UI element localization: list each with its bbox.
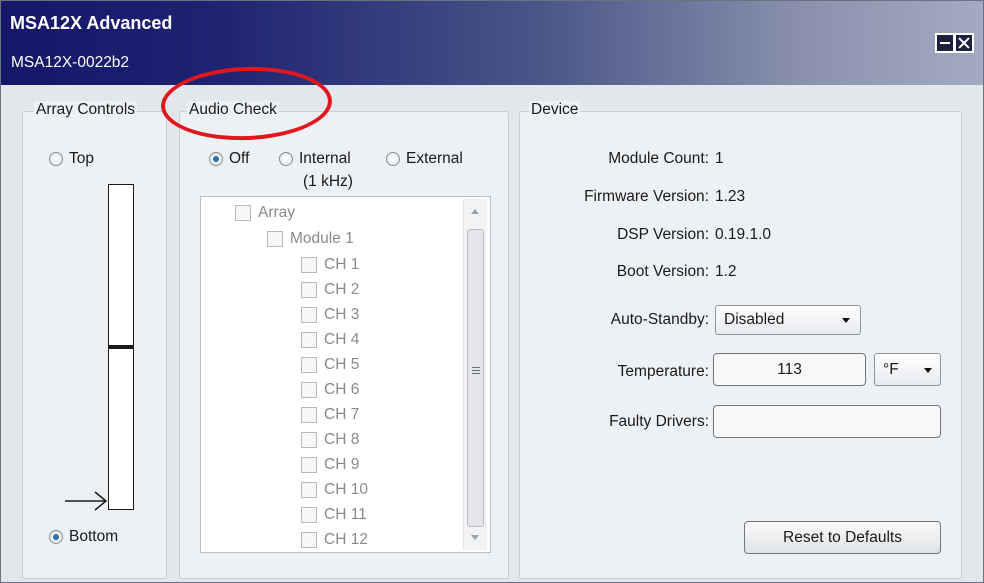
advanced-window: MSA12X Advanced MSA12X-0022b2 Array Cont… bbox=[0, 0, 984, 583]
tree-item-ch-4[interactable]: CH 4 bbox=[301, 329, 359, 351]
radio-dot-top bbox=[49, 152, 63, 166]
boot-version-label: Boot Version: bbox=[616, 263, 709, 280]
checkbox[interactable] bbox=[301, 382, 317, 398]
tree-item-label: CH 12 bbox=[324, 531, 368, 548]
checkbox[interactable] bbox=[301, 332, 317, 348]
tree-item-label: CH 11 bbox=[324, 506, 367, 523]
checkbox[interactable] bbox=[301, 482, 317, 498]
checkbox[interactable] bbox=[301, 407, 317, 423]
tree-item-label: CH 1 bbox=[324, 256, 360, 273]
tree-item-label: Module 1 bbox=[290, 230, 354, 247]
array-tilt-slider-thumb[interactable] bbox=[108, 345, 134, 349]
tree-item-ch-3[interactable]: CH 3 bbox=[301, 304, 359, 326]
tree-item-ch-1[interactable]: CH 1 bbox=[301, 254, 359, 276]
tree-item-ch-7[interactable]: CH 7 bbox=[301, 404, 359, 426]
audio-off-label: Off bbox=[229, 150, 250, 167]
audio-external-radio[interactable]: External bbox=[386, 150, 463, 168]
tree-item-label: CH 9 bbox=[324, 456, 360, 473]
auto-standby-select[interactable]: Disabled bbox=[715, 305, 861, 335]
checkbox[interactable] bbox=[235, 205, 251, 221]
tree-item-label: CH 2 bbox=[324, 281, 360, 298]
temperature-value: 113 bbox=[777, 360, 802, 378]
window-title: MSA12X Advanced bbox=[10, 13, 173, 33]
temperature-field: 113 bbox=[713, 353, 866, 386]
channel-tree: Array Module 1 CH 1 CH 2 CH 3 CH 4 CH 5 … bbox=[200, 196, 491, 553]
dsp-version-label: DSP Version: bbox=[617, 226, 709, 243]
radio-dot-bottom bbox=[49, 530, 63, 544]
array-bottom-radio[interactable]: Bottom bbox=[49, 528, 118, 546]
grip-icon bbox=[472, 370, 480, 371]
temperature-label: Temperature: bbox=[617, 363, 709, 380]
tree-item-label: CH 3 bbox=[324, 306, 360, 323]
checkbox[interactable] bbox=[301, 307, 317, 323]
checkbox[interactable] bbox=[267, 231, 283, 247]
array-bottom-label: Bottom bbox=[69, 528, 119, 545]
checkbox[interactable] bbox=[301, 507, 317, 523]
tree-item-array[interactable]: Array bbox=[235, 202, 295, 224]
checkbox[interactable] bbox=[301, 457, 317, 473]
tree-item-ch-9[interactable]: CH 9 bbox=[301, 454, 359, 476]
radio-dot-internal bbox=[279, 152, 293, 166]
tree-item-ch-12[interactable]: CH 12 bbox=[301, 529, 368, 551]
tree-item-ch-8[interactable]: CH 8 bbox=[301, 429, 359, 451]
faulty-drivers-label: Faulty Drivers: bbox=[609, 413, 709, 430]
tree-item-label: CH 10 bbox=[324, 481, 368, 498]
checkbox[interactable] bbox=[301, 282, 317, 298]
auto-standby-value: Disabled bbox=[724, 311, 785, 328]
scrollbar-thumb[interactable] bbox=[467, 229, 484, 527]
tree-item-label: CH 8 bbox=[324, 431, 360, 448]
tree-scrollbar[interactable] bbox=[463, 199, 487, 550]
scroll-up-icon[interactable] bbox=[471, 209, 479, 214]
tree-item-label: Array bbox=[258, 204, 296, 221]
close-icon[interactable] bbox=[954, 33, 974, 53]
temperature-unit-select[interactable]: °F bbox=[874, 353, 941, 386]
checkbox[interactable] bbox=[301, 432, 317, 448]
tree-item-label: CH 5 bbox=[324, 356, 360, 373]
tree-item-ch-5[interactable]: CH 5 bbox=[301, 354, 359, 376]
tree-item-ch-2[interactable]: CH 2 bbox=[301, 279, 359, 301]
checkbox[interactable] bbox=[301, 532, 317, 548]
minimize-icon[interactable] bbox=[935, 33, 955, 53]
module-count-value: 1 bbox=[715, 150, 724, 167]
tree-item-label: CH 6 bbox=[324, 381, 360, 398]
window-subtitle: MSA12X-0022b2 bbox=[11, 54, 130, 71]
temperature-unit-value: °F bbox=[883, 360, 899, 378]
scroll-down-icon[interactable] bbox=[471, 535, 479, 540]
title-bar: MSA12X Advanced MSA12X-0022b2 bbox=[1, 1, 983, 85]
tree-item-label: CH 4 bbox=[324, 331, 360, 348]
array-top-label: Top bbox=[69, 150, 94, 167]
radio-dot-off bbox=[209, 152, 223, 166]
audio-internal-radio[interactable]: Internal bbox=[279, 150, 351, 168]
array-top-radio[interactable]: Top bbox=[49, 150, 94, 168]
arrow-right-icon bbox=[65, 491, 108, 511]
grip-icon bbox=[472, 367, 480, 368]
chevron-down-icon bbox=[924, 368, 932, 373]
firmware-version-label: Firmware Version: bbox=[584, 188, 709, 205]
device-label: Device bbox=[529, 101, 581, 119]
tree-item-label: CH 7 bbox=[324, 406, 360, 423]
array-controls-label: Array Controls bbox=[34, 101, 138, 119]
boot-version-value: 1.2 bbox=[715, 263, 737, 280]
grip-icon bbox=[472, 373, 480, 374]
checkbox[interactable] bbox=[301, 357, 317, 373]
tree-item-ch-10[interactable]: CH 10 bbox=[301, 479, 368, 501]
audio-off-radio[interactable]: Off bbox=[209, 150, 249, 168]
chevron-down-icon bbox=[842, 318, 850, 323]
auto-standby-label: Auto-Standby: bbox=[610, 311, 709, 328]
checkbox[interactable] bbox=[301, 257, 317, 273]
dsp-version-value: 0.19.1.0 bbox=[715, 226, 772, 243]
module-count-label: Module Count: bbox=[608, 150, 709, 167]
audio-internal-label: Internal bbox=[299, 150, 351, 167]
firmware-version-value: 1.23 bbox=[715, 188, 746, 205]
tree-item-ch-6[interactable]: CH 6 bbox=[301, 379, 359, 401]
radio-dot-external bbox=[386, 152, 400, 166]
tree-item-module-1[interactable]: Module 1 bbox=[267, 228, 354, 250]
faulty-drivers-field bbox=[713, 405, 941, 438]
device-group bbox=[519, 111, 962, 579]
reset-to-defaults-button[interactable]: Reset to Defaults bbox=[744, 521, 941, 554]
tree-item-ch-11[interactable]: CH 11 bbox=[301, 504, 367, 526]
audio-internal-sublabel: (1 kHz) bbox=[303, 173, 353, 190]
audio-external-label: External bbox=[406, 150, 463, 167]
